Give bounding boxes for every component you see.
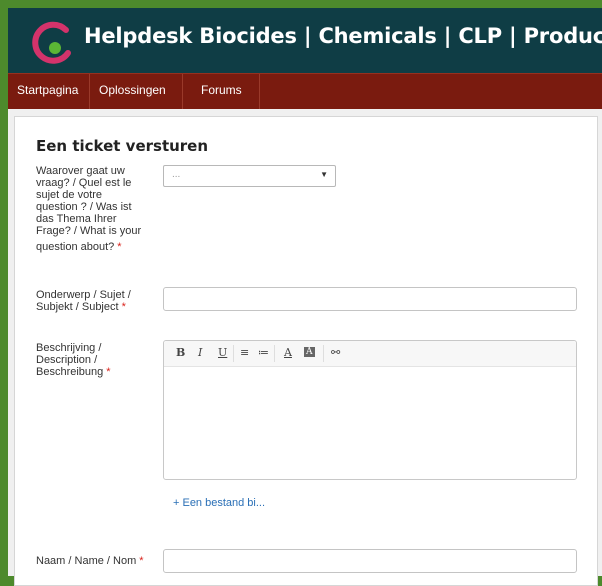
required-marker: * — [106, 366, 111, 378]
bullet-list-icon[interactable]: ≡ — [240, 346, 249, 359]
toolbar-divider — [233, 345, 234, 362]
italic-button[interactable]: I — [198, 346, 202, 359]
editor-toolbar: B I U ≡ ≔ A A ⚯ — [164, 341, 576, 367]
required-marker: * — [121, 301, 126, 313]
helpdesk-logo-icon — [32, 21, 71, 64]
bold-button[interactable]: B — [176, 346, 185, 359]
subject-label: Onderwerp / Sujet / Subjekt / Subject * — [36, 289, 131, 313]
main-nav: Startpagina Oplossingen Forums — [8, 73, 602, 109]
attach-file-link[interactable]: + Een bestand bi... — [173, 497, 265, 509]
page-frame: Helpdesk Biocides | Chemicals | CLP | Pr… — [8, 8, 602, 586]
subject-input[interactable] — [163, 287, 577, 311]
required-marker: * — [117, 241, 122, 253]
name-label: Naam / Name / Nom * — [36, 555, 144, 567]
nav-item-forums[interactable]: Forums — [183, 74, 260, 109]
text-color-icon[interactable]: A — [284, 346, 292, 359]
name-input[interactable] — [163, 549, 577, 573]
topic-select-value: ... — [172, 169, 181, 180]
nav-item-oplossingen[interactable]: Oplossingen — [90, 74, 183, 109]
description-label: Beschrijving / Description / Beschreibun… — [36, 342, 111, 378]
topic-select[interactable]: ... ▼ — [163, 165, 336, 187]
description-editor[interactable]: B I U ≡ ≔ A A ⚯ — [163, 340, 577, 480]
background-color-icon[interactable]: A — [304, 347, 315, 357]
site-title: Helpdesk Biocides | Chemicals | CLP | Pr… — [84, 24, 602, 48]
ticket-form-panel: Een ticket versturen Waarover gaat uw vr… — [14, 116, 598, 586]
toolbar-divider — [323, 345, 324, 362]
link-icon[interactable]: ⚯ — [331, 346, 340, 359]
chevron-down-icon: ▼ — [320, 170, 328, 179]
underline-button[interactable]: U — [218, 346, 227, 359]
required-marker: * — [139, 555, 144, 567]
nav-item-startpagina[interactable]: Startpagina — [8, 74, 90, 109]
toolbar-divider — [274, 345, 275, 362]
topic-label: Waarover gaat uw vraag? / Quel est le su… — [36, 165, 142, 253]
form-title: Een ticket versturen — [36, 137, 209, 155]
site-header: Helpdesk Biocides | Chemicals | CLP | Pr… — [8, 8, 602, 73]
numbered-list-icon[interactable]: ≔ — [258, 346, 269, 359]
